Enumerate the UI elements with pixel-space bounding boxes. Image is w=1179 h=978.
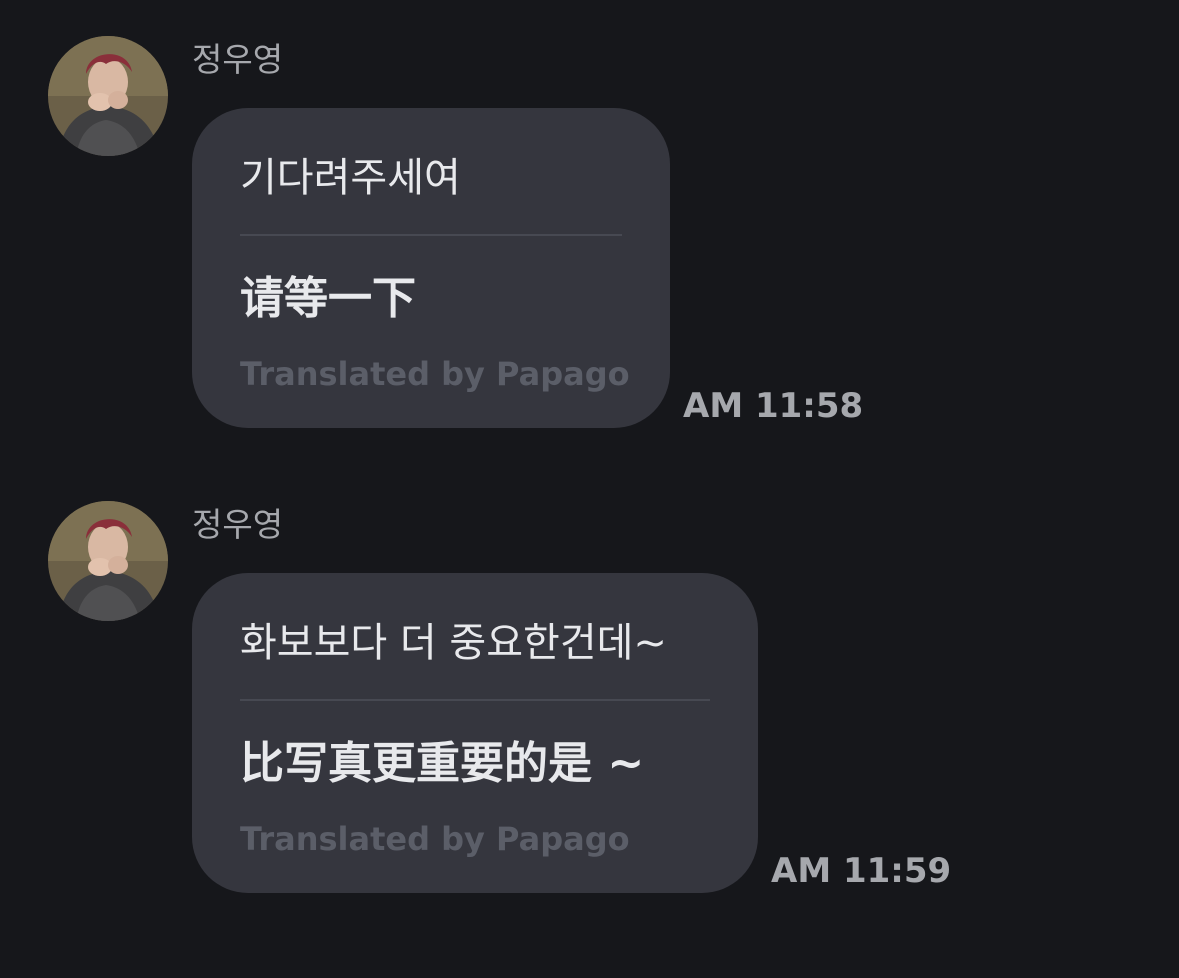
- translation-credit: Translated by Papago: [240, 355, 630, 393]
- profile-photo-icon: [48, 36, 168, 156]
- message-bubble[interactable]: 화보보다 더 중요한건데~ 比写真更重要的是 ~ Translated by P…: [192, 573, 758, 893]
- chat-message: 정우영 화보보다 더 중요한건데~ 比写真更重要的是 ~ Translated …: [0, 501, 1179, 901]
- sender-name: 정우영: [192, 40, 284, 79]
- translated-text: 比写真更重要的是 ~: [240, 738, 645, 789]
- message-timestamp: AM 11:59: [771, 851, 952, 891]
- translated-text: 请等一下: [240, 273, 416, 324]
- original-text: 화보보다 더 중요한건데~: [240, 620, 667, 666]
- message-timestamp: AM 11:58: [683, 386, 864, 426]
- translation-credit: Translated by Papago: [240, 820, 630, 858]
- divider: [240, 699, 710, 701]
- chat-message: 정우영 기다려주세여 请等一下 Translated by Papago AM …: [0, 36, 1179, 436]
- sender-name: 정우영: [192, 505, 284, 544]
- profile-photo-icon: [48, 501, 168, 621]
- avatar[interactable]: [48, 36, 168, 156]
- message-bubble[interactable]: 기다려주세여 请等一下 Translated by Papago: [192, 108, 670, 428]
- original-text: 기다려주세여: [240, 155, 461, 201]
- divider: [240, 234, 622, 236]
- avatar[interactable]: [48, 501, 168, 621]
